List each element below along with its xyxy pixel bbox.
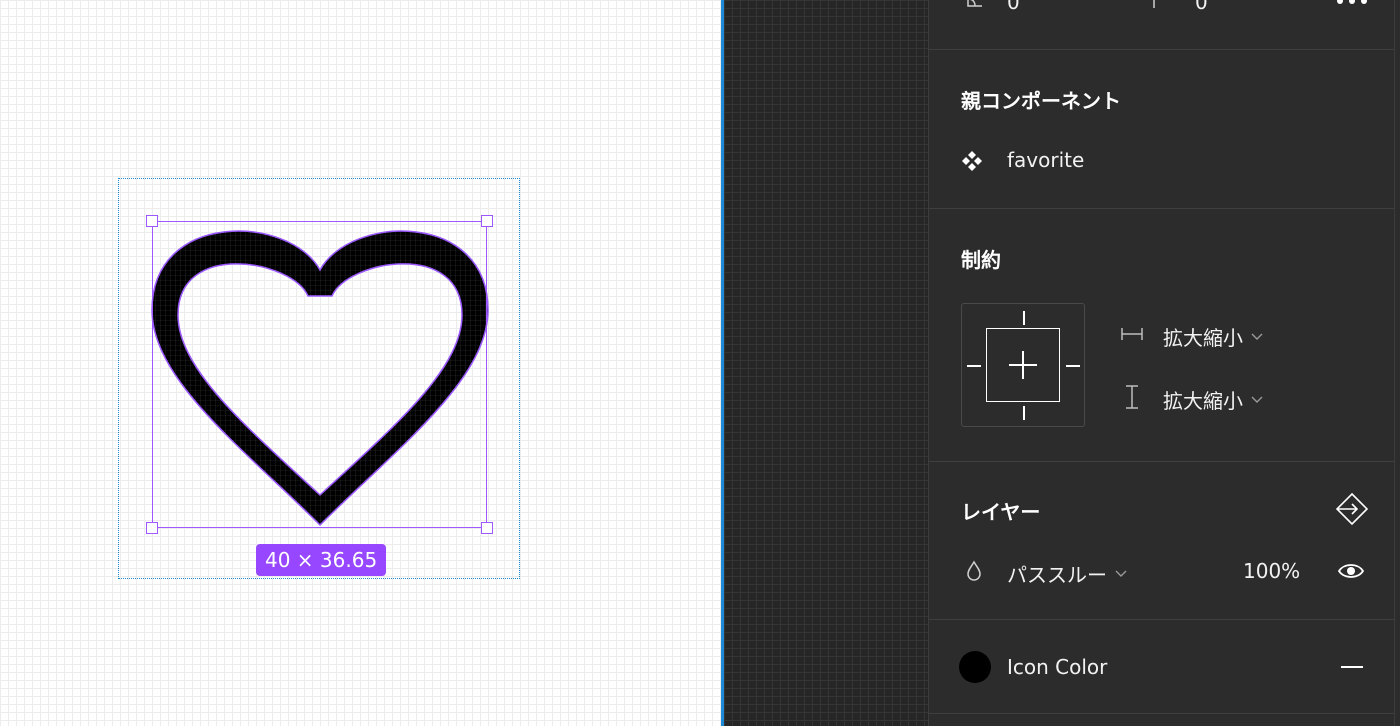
chevron-down-icon [1115,570,1127,577]
resize-handle-bottom-right[interactable] [481,522,493,534]
layer-heading: レイヤー [961,500,1041,524]
properties-panel: 0° 0 親コンポーネント favorite 制約 拡大縮小 拡大縮小 レイヤー… [928,0,1400,726]
selection-box[interactable] [152,221,487,528]
constraint-bottom-line[interactable] [1023,406,1025,420]
constraint-center-horizontal[interactable] [1009,364,1037,366]
chevron-down-icon [1251,333,1263,340]
constraint-widget[interactable] [961,303,1085,427]
constraint-center-box [986,328,1060,402]
rotation-icon [967,0,982,7]
section-divider [929,49,1395,50]
corner-radius-value[interactable]: 0 [1195,0,1208,14]
parent-component-name[interactable]: favorite [1007,148,1084,172]
resize-handle-bottom-left[interactable] [146,522,158,534]
constraint-right-line[interactable] [1066,365,1080,367]
dark-canvas[interactable] [724,0,928,726]
fill-color-swatch[interactable] [959,651,991,683]
constraints-heading: 制約 [961,248,1001,272]
horizontal-constraint-dropdown[interactable]: 拡大縮小 [1163,322,1263,351]
constraint-left-line[interactable] [967,365,981,367]
rotation-value[interactable]: 0° [1007,0,1030,14]
component-instance-icon [962,151,982,171]
vertical-constraint-value: 拡大縮小 [1163,389,1243,413]
blend-mode-dropdown[interactable]: パススルー [1007,559,1127,588]
layer-opacity-value[interactable]: 100% [1243,559,1300,583]
section-divider [929,619,1395,620]
blend-mode-value: パススルー [1007,563,1107,587]
constraint-top-line[interactable] [1023,311,1025,325]
select-matching-layers-icon[interactable] [1335,492,1369,526]
light-canvas[interactable]: 40 × 36.65 [0,0,721,726]
section-divider [929,208,1395,209]
dimension-badge: 40 × 36.65 [256,544,387,576]
resize-handle-top-right[interactable] [481,215,493,227]
corner-radius-icon [1153,0,1155,8]
remove-fill-button[interactable] [1341,666,1363,668]
visibility-eye-icon[interactable] [1337,561,1365,581]
fill-style-name[interactable]: Icon Color [1007,655,1107,679]
vertical-constraint-icon [1126,385,1138,409]
resize-handle-top-left[interactable] [146,215,158,227]
more-options-icon[interactable] [1335,0,1369,8]
vertical-constraint-dropdown[interactable]: 拡大縮小 [1163,385,1263,414]
section-divider [929,713,1395,714]
horizontal-constraint-value: 拡大縮小 [1163,326,1243,350]
section-divider [929,461,1395,462]
parent-component-heading: 親コンポーネント [961,89,1121,113]
horizontal-constraint-icon [1121,328,1143,340]
chevron-down-icon [1251,396,1263,403]
panel-scrollbar[interactable] [1394,0,1400,726]
blend-mode-drop-icon [967,560,981,581]
